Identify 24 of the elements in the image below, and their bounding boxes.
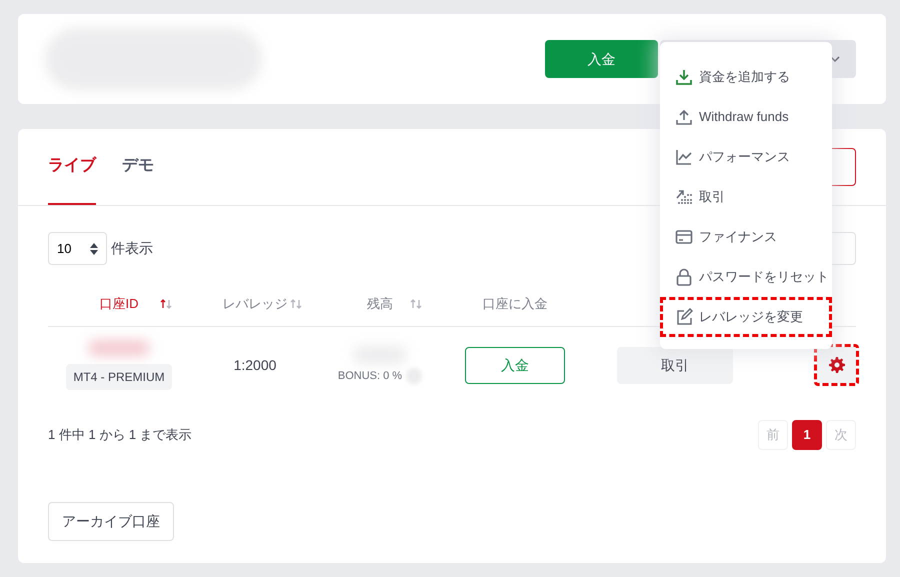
menu-item[interactable]: レバレッジを変更 xyxy=(660,297,832,337)
archive-button[interactable]: アーカイブ口座 xyxy=(48,502,174,541)
bonus-text: BONUS: 0 % xyxy=(338,368,402,384)
trade-button[interactable]: 取引 xyxy=(617,346,733,384)
menu-item[interactable]: 資金を追加する xyxy=(660,57,832,97)
column-header[interactable]: 口座に入金 xyxy=(482,294,548,314)
tab[interactable]: ライブ xyxy=(48,129,96,205)
page-length-select[interactable]: 10 xyxy=(48,232,107,265)
menu-item[interactable]: Withdraw funds xyxy=(660,97,832,137)
column-header[interactable]: レバレッジ xyxy=(222,294,288,314)
menu-item[interactable]: パスワードをリセット xyxy=(660,257,832,297)
tab[interactable]: デモ xyxy=(122,129,154,205)
menu-item[interactable]: パフォーマンス xyxy=(660,137,832,177)
column-header[interactable]: 口座ID xyxy=(100,294,138,314)
leverage-text: 1:2000 xyxy=(234,356,276,372)
table-info: 1 件中 1 から 1 まで表示 xyxy=(48,426,192,444)
deposit-button[interactable]: 入金 xyxy=(545,40,658,78)
deposit-button[interactable]: 入金 xyxy=(465,346,565,384)
account-type-tag: MT4 - PREMIUM xyxy=(66,364,172,390)
column-header[interactable]: 残高 xyxy=(367,294,393,314)
page-button[interactable]: 1 xyxy=(792,420,822,450)
page-length-label: 件表示 xyxy=(111,239,153,258)
menu-item[interactable]: 取引 xyxy=(660,177,832,217)
menu-item[interactable]: ファイナンス xyxy=(660,217,832,257)
